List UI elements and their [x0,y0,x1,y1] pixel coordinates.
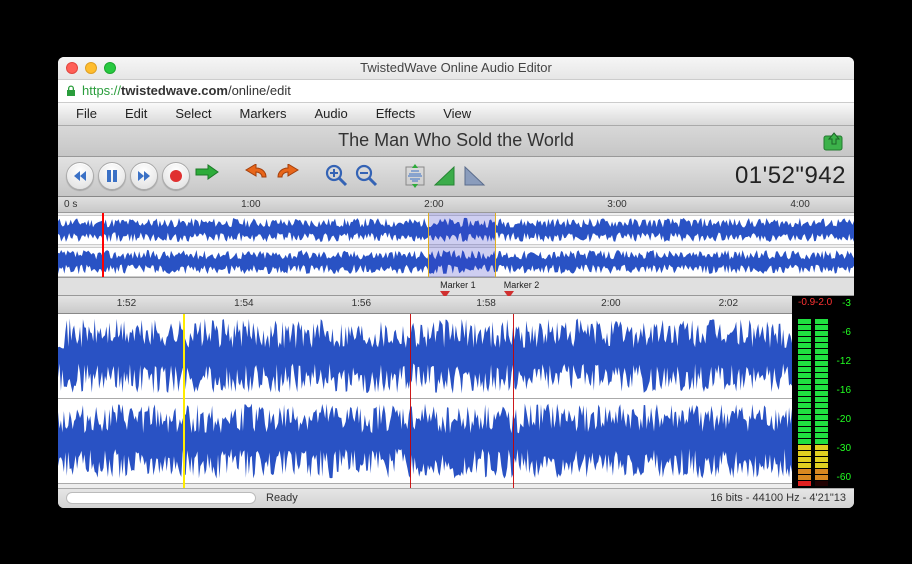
save-icon[interactable] [822,130,846,152]
zoom-marker-1-line[interactable] [410,314,411,488]
redo-button[interactable] [274,164,302,188]
menu-effects[interactable]: Effects [376,106,416,121]
overview-playhead[interactable] [102,213,104,277]
close-icon[interactable] [66,62,78,74]
zoom-out-button[interactable] [354,163,380,189]
zoom-cursor[interactable] [183,314,185,488]
window-title: TwistedWave Online Audio Editor [360,60,552,75]
meter-right: -2.0 [815,298,828,486]
menu-markers[interactable]: Markers [240,106,287,121]
horizontal-scrollbar[interactable] [66,492,256,504]
meter-left: -0.9 [798,298,811,486]
menu-edit[interactable]: Edit [125,106,147,121]
lock-icon [66,85,76,97]
timecode-display: 01'52"942 [735,162,846,190]
address-bar[interactable]: https://twistedwave.com/online/edit [58,79,854,103]
document-title: The Man Who Sold the World [338,130,574,151]
marker-row[interactable]: Marker 1 Marker 2 [58,278,854,296]
app-window: TwistedWave Online Audio Editor https://… [58,57,854,508]
zoom-ruler[interactable]: 1:52 1:54 1:56 1:58 2:00 2:02 [58,296,792,314]
forward-button[interactable] [130,162,158,190]
fade-out-button[interactable] [462,163,488,189]
undo-button[interactable] [242,164,270,188]
url-text: https://twistedwave.com/online/edit [82,83,291,98]
toolbar: 01'52"942 [58,157,854,197]
record-button[interactable] [162,162,190,190]
zoom-channel-right [58,399,792,484]
overview-selection[interactable] [428,213,496,277]
pause-button[interactable] [98,162,126,190]
audio-format-info: 16 bits - 44100 Hz - 4'21"13 [710,492,846,504]
play-icon[interactable] [194,162,220,182]
status-bar: Ready 16 bits - 44100 Hz - 4'21"13 [58,488,854,508]
meter-scale: -3 -6 -12 -16 -20 -30 -60 [832,298,852,486]
rewind-button[interactable] [66,162,94,190]
level-meters: -0.9 -2.0 -3 -6 -12 -16 -20 -30 -60 [792,296,854,488]
zoom-in-button[interactable] [324,163,350,189]
fit-vertical-button[interactable] [402,163,428,189]
zoom-marker-2-line[interactable] [513,314,514,488]
status-text: Ready [266,492,298,504]
maximize-icon[interactable] [104,62,116,74]
document-title-bar: The Man Who Sold the World [58,126,854,157]
zoom-channel-left [58,314,792,399]
titlebar[interactable]: TwistedWave Online Audio Editor [58,57,854,79]
overview-waveform[interactable] [58,213,854,278]
minimize-icon[interactable] [85,62,97,74]
menu-bar: File Edit Select Markers Audio Effects V… [58,103,854,126]
menu-file[interactable]: File [76,106,97,121]
menu-audio[interactable]: Audio [314,106,347,121]
fade-in-button[interactable] [432,163,458,189]
window-controls [66,62,116,74]
overview-ruler[interactable]: 0 s 1:00 2:00 3:00 4:00 [58,197,854,213]
zoom-tracks[interactable]: 1:52 1:54 1:56 1:58 2:00 2:02 [58,296,792,488]
menu-select[interactable]: Select [175,106,211,121]
main-area: 1:52 1:54 1:56 1:58 2:00 2:02 -0.9 -2.0 [58,296,854,488]
menu-view[interactable]: View [443,106,471,121]
